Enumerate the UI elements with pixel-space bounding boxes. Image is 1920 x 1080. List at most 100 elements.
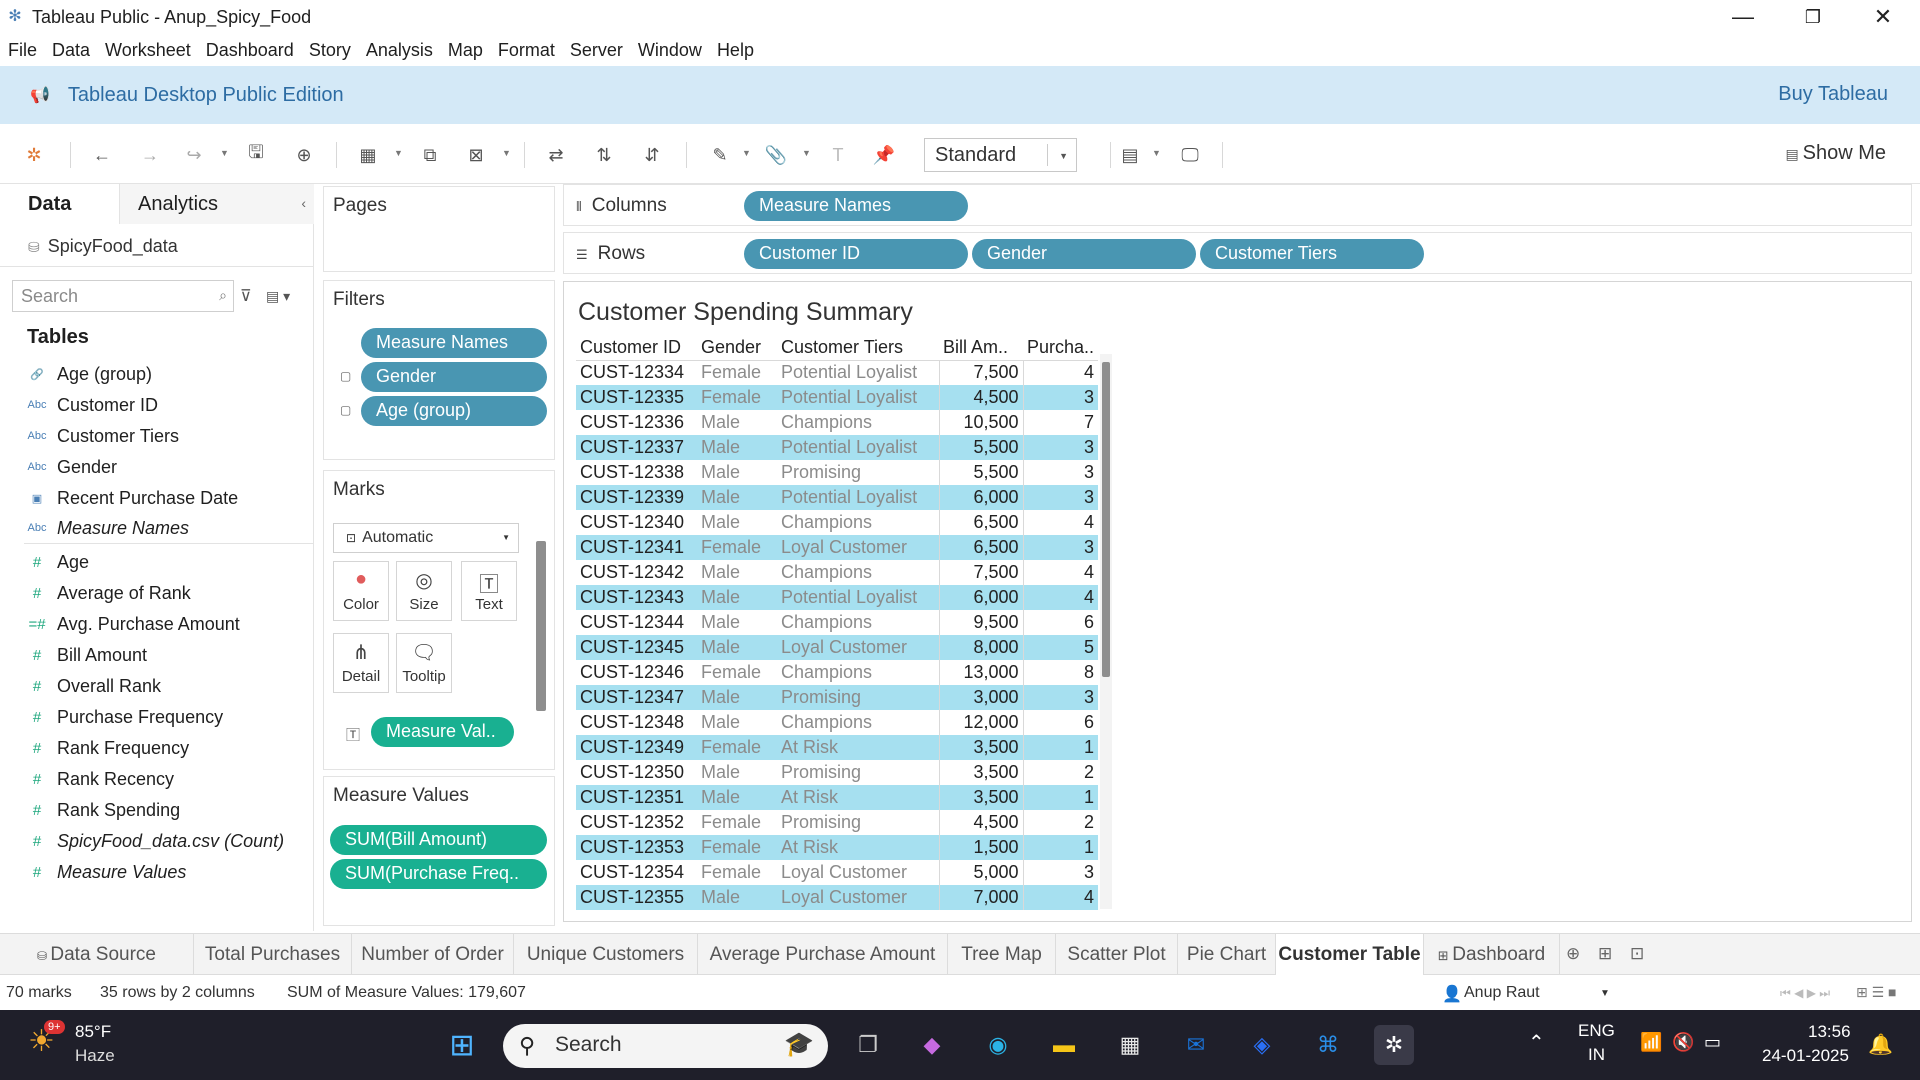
cell-gender[interactable]: Male: [697, 785, 777, 810]
menu-file[interactable]: File: [8, 40, 37, 61]
marks-scrollbar[interactable]: [536, 541, 546, 711]
cell-customer-id[interactable]: CUST-12336: [576, 410, 697, 435]
cell-bill-amount[interactable]: 3,500: [938, 760, 1023, 785]
table-row[interactable]: CUST-12355 Male Loyal Customer 7,000 4: [576, 885, 1099, 910]
sheet-nav-arrows-icon[interactable]: ⏮ ◀ ▶ ⏭: [1780, 986, 1830, 1001]
cell-customer-id[interactable]: CUST-12349: [576, 735, 697, 760]
cell-bill-amount[interactable]: 7,000: [938, 885, 1023, 910]
cell-customer-id[interactable]: CUST-12354: [576, 860, 697, 885]
fit-select[interactable]: Standard ▼: [924, 138, 1077, 172]
swap-rows-columns-icon[interactable]: ⇄: [542, 142, 570, 168]
cell-purchase-frequency[interactable]: 3: [1022, 535, 1099, 560]
worksheet-view[interactable]: Customer Spending Summary Customer ID Ge…: [563, 281, 1912, 922]
size-button[interactable]: ◎ Size: [396, 561, 452, 621]
cell-purchase-frequency[interactable]: 3: [1022, 485, 1099, 510]
chevron-up-icon[interactable]: ⌃: [1528, 1030, 1545, 1055]
cell-customer-id[interactable]: CUST-12343: [576, 585, 697, 610]
notifications-bell-icon[interactable]: 🔔: [1868, 1032, 1893, 1057]
tab-pie-chart[interactable]: Pie Chart: [1178, 934, 1276, 975]
cell-bill-amount[interactable]: 9,500: [938, 610, 1023, 635]
columns-pill-measure-names[interactable]: Measure Names: [744, 191, 968, 221]
show-me-button[interactable]: ▤ Show Me: [1786, 142, 1887, 165]
cell-purchase-frequency[interactable]: 3: [1022, 685, 1099, 710]
table-row[interactable]: CUST-12342 Male Champions 7,500 4: [576, 560, 1099, 585]
cell-gender[interactable]: Male: [697, 710, 777, 735]
buy-tableau-link[interactable]: Buy Tableau: [1778, 83, 1888, 106]
cell-purchase-frequency[interactable]: 2: [1022, 760, 1099, 785]
clock-date[interactable]: 24-01-2025: [1762, 1046, 1849, 1066]
sort-ascending-icon[interactable]: ⇅: [590, 142, 618, 168]
cell-purchase-frequency[interactable]: 1: [1022, 785, 1099, 810]
store-icon[interactable]: ▦: [1110, 1025, 1150, 1065]
cell-bill-amount[interactable]: 6,000: [938, 585, 1023, 610]
start-icon[interactable]: ⊞: [442, 1025, 482, 1065]
new-dashboard-icon[interactable]: ⊞: [1598, 944, 1612, 964]
tooltip-button[interactable]: 🗨 Tooltip: [396, 633, 452, 693]
cell-customer-tier[interactable]: Champions: [777, 710, 940, 735]
battery-icon[interactable]: ▭: [1704, 1032, 1721, 1053]
cell-customer-id[interactable]: CUST-12355: [576, 885, 697, 910]
replay-icon[interactable]: ↪: [180, 142, 208, 168]
cell-bill-amount[interactable]: 5,500: [938, 435, 1023, 460]
show-cards-icon[interactable]: ▤: [1116, 142, 1144, 168]
new-worksheet-icon[interactable]: ▦: [354, 142, 382, 168]
cell-gender[interactable]: Male: [697, 760, 777, 785]
cell-customer-id[interactable]: CUST-12337: [576, 435, 697, 460]
cell-bill-amount[interactable]: 12,000: [938, 710, 1023, 735]
show-labels-icon[interactable]: T: [824, 142, 852, 168]
table-row[interactable]: CUST-12334 Female Potential Loyalist 7,500 4: [576, 360, 1099, 385]
cell-bill-amount[interactable]: 7,500: [938, 360, 1023, 385]
table-row[interactable]: CUST-12350 Male Promising 3,500 2: [576, 760, 1099, 785]
field-measure-names[interactable]: Abc Measure Names: [0, 513, 314, 543]
field-rank-spending[interactable]: # Rank Spending: [0, 795, 314, 825]
header-gender[interactable]: Gender: [697, 336, 777, 361]
cell-customer-tier[interactable]: Promising: [777, 760, 940, 785]
menu-server[interactable]: Server: [570, 40, 623, 61]
clear-sheet-icon[interactable]: ⊠: [462, 142, 490, 168]
cell-bill-amount[interactable]: 4,500: [938, 810, 1023, 835]
cell-bill-amount[interactable]: 1,500: [938, 835, 1023, 860]
datasource-item[interactable]: ⛁ SpicyFood_data: [28, 236, 178, 257]
cell-gender[interactable]: Female: [697, 535, 777, 560]
table-row[interactable]: CUST-12339 Male Potential Loyalist 6,000 3: [576, 485, 1099, 510]
rows-pill-customer-tiers[interactable]: Customer Tiers: [1200, 239, 1424, 269]
duplicate-sheet-icon[interactable]: ⧉: [416, 142, 444, 168]
cell-bill-amount[interactable]: 6,500: [938, 535, 1023, 560]
cell-bill-amount[interactable]: 3,500: [938, 735, 1023, 760]
columns-shelf[interactable]: ⦀ Columns Measure Names: [563, 184, 1912, 226]
table-row[interactable]: CUST-12349 Female At Risk 3,500 1: [576, 735, 1099, 760]
cell-gender[interactable]: Female: [697, 835, 777, 860]
filter-pill-gender[interactable]: Gender: [361, 362, 547, 392]
cell-gender[interactable]: Female: [697, 360, 777, 385]
close-button[interactable]: ✕: [1848, 0, 1918, 34]
header-bill-amount[interactable]: Bill Am..: [939, 336, 1023, 361]
cell-bill-amount[interactable]: 6,000: [938, 485, 1023, 510]
cell-bill-amount[interactable]: 8,000: [938, 635, 1023, 660]
save-icon[interactable]: 🖫: [242, 142, 270, 168]
sort-descending-icon[interactable]: ⇵: [638, 142, 666, 168]
rows-shelf[interactable]: ☰ Rows Customer ID Gender Customer Tiers: [563, 232, 1912, 274]
cell-customer-id[interactable]: CUST-12353: [576, 835, 697, 860]
cell-customer-tier[interactable]: At Risk: [777, 835, 940, 860]
cell-customer-id[interactable]: CUST-12347: [576, 685, 697, 710]
edge-icon[interactable]: ◉: [978, 1025, 1018, 1065]
cell-customer-id[interactable]: CUST-12350: [576, 760, 697, 785]
menu-format[interactable]: Format: [498, 40, 555, 61]
cell-customer-tier[interactable]: Loyal Customer: [777, 885, 940, 910]
measure-pill-purchase-freq[interactable]: SUM(Purchase Freq..: [330, 859, 547, 889]
view-options-icon[interactable]: ▤ ▾: [266, 288, 290, 305]
cell-customer-id[interactable]: CUST-12345: [576, 635, 697, 660]
cell-customer-tier[interactable]: At Risk: [777, 735, 940, 760]
text-button[interactable]: 🅃 Text: [461, 561, 517, 621]
menu-help[interactable]: Help: [717, 40, 754, 61]
chevron-down-icon[interactable]: ▼: [394, 148, 403, 158]
rows-pill-customer-id[interactable]: Customer ID: [744, 239, 968, 269]
table-row[interactable]: CUST-12351 Male At Risk 3,500 1: [576, 785, 1099, 810]
chevron-down-icon[interactable]: ▼: [742, 148, 751, 158]
cell-customer-tier[interactable]: Potential Loyalist: [777, 585, 940, 610]
header-customer-tiers[interactable]: Customer Tiers: [777, 336, 939, 361]
fix-axes-icon[interactable]: 📌: [870, 142, 898, 168]
tab-number-of-order[interactable]: Number of Order: [352, 934, 514, 975]
field-age[interactable]: # Age: [0, 547, 314, 577]
redo-icon[interactable]: →: [136, 142, 164, 168]
